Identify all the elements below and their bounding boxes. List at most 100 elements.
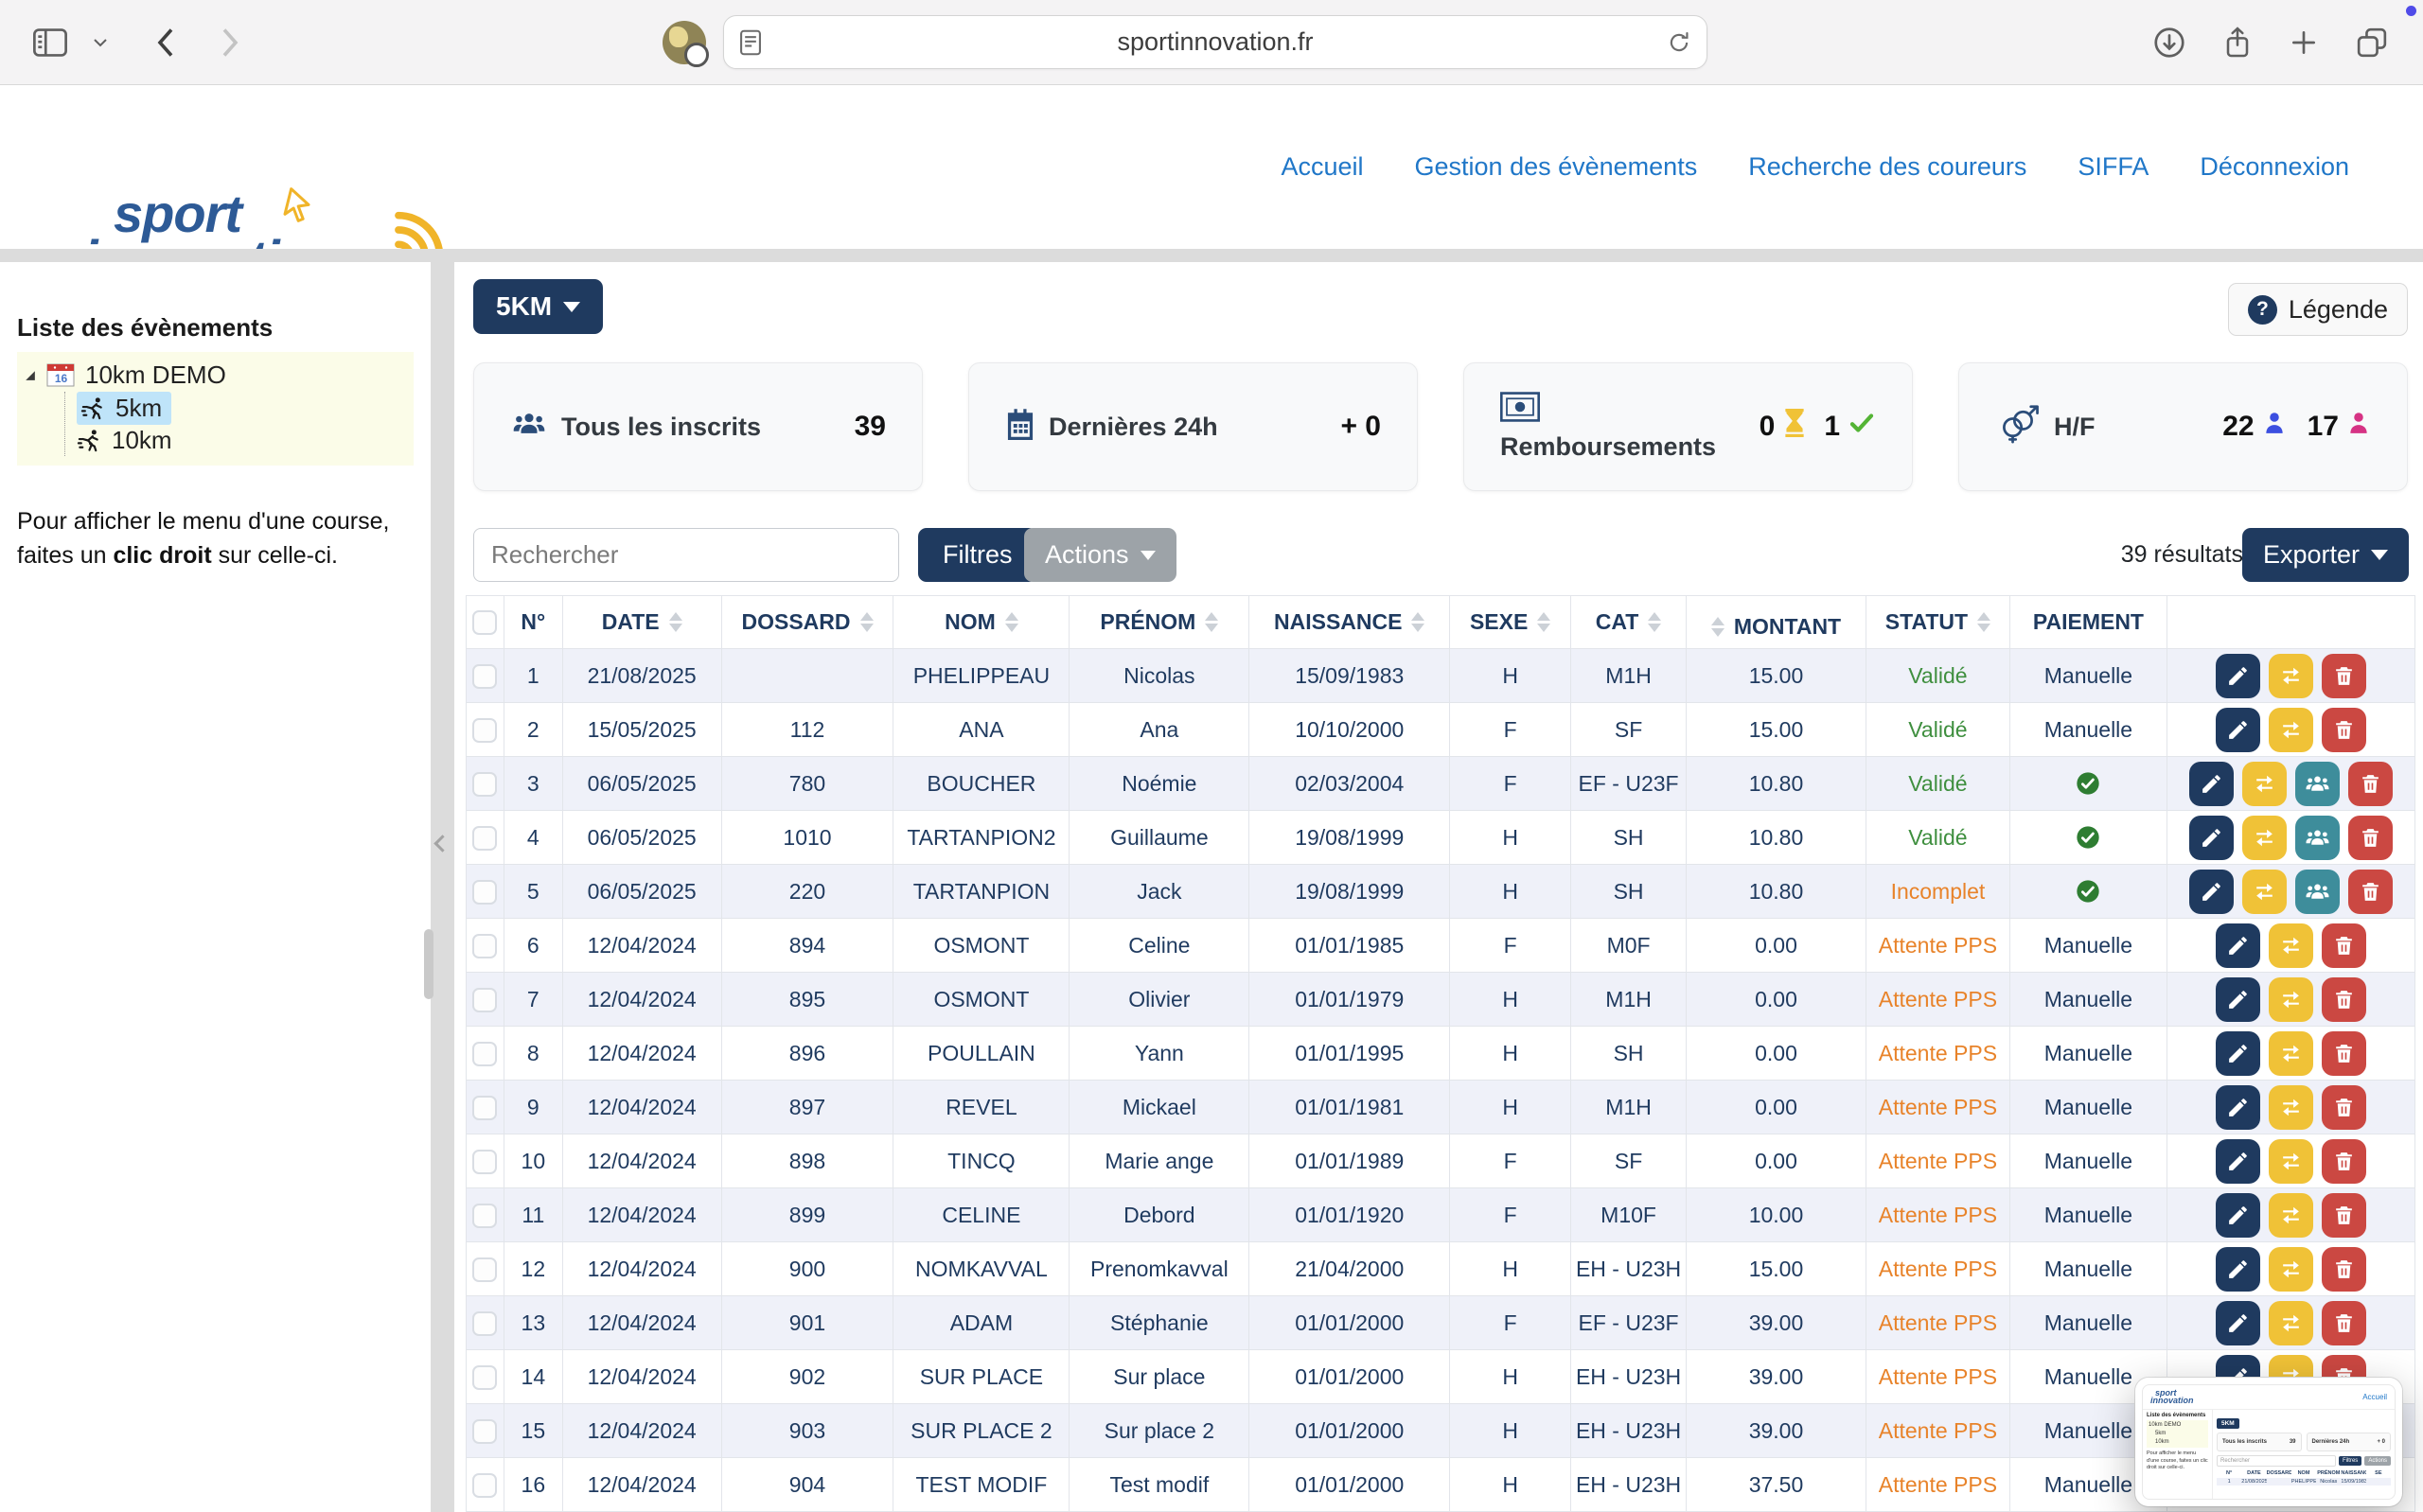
row-checkbox[interactable] xyxy=(472,1257,497,1282)
row-checkbox[interactable] xyxy=(472,988,497,1012)
column-header-STATUT[interactable]: STATUT xyxy=(1866,596,2009,649)
row-checkbox[interactable] xyxy=(472,718,497,743)
row-checkbox[interactable] xyxy=(472,772,497,797)
legend-button[interactable]: ? Légende xyxy=(2228,283,2408,336)
tree-node-10km[interactable]: 10km xyxy=(77,424,410,456)
column-header-DATE[interactable]: DATE xyxy=(562,596,721,649)
row-checkbox[interactable] xyxy=(472,1042,497,1066)
row-checkbox[interactable] xyxy=(472,1204,497,1228)
column-header-MONTANT[interactable]: MONTANT xyxy=(1687,596,1866,649)
swap-action-button[interactable] xyxy=(2269,1193,2313,1238)
sidebar-toggle-icon[interactable] xyxy=(32,27,68,58)
search-input[interactable] xyxy=(473,528,899,582)
pencil-action-button[interactable] xyxy=(2189,816,2234,860)
pencil-action-button[interactable] xyxy=(2216,1247,2260,1292)
nav-deconnexion[interactable]: Déconnexion xyxy=(2200,152,2349,182)
row-checkbox[interactable] xyxy=(472,934,497,958)
reader-icon[interactable] xyxy=(739,29,762,56)
tree-node-5km-selected[interactable]: 5km xyxy=(77,392,171,425)
trash-action-button[interactable] xyxy=(2322,708,2366,752)
tree-expander-icon[interactable] xyxy=(23,368,37,382)
downloads-icon[interactable] xyxy=(2152,26,2186,60)
race-select-button[interactable]: 5KM xyxy=(473,279,603,334)
pencil-action-button[interactable] xyxy=(2189,870,2234,914)
column-header-NAISSANCE[interactable]: NAISSANCE xyxy=(1249,596,1450,649)
swap-action-button[interactable] xyxy=(2242,870,2287,914)
actions-dropdown-button[interactable]: Actions xyxy=(1024,528,1176,582)
swap-action-button[interactable] xyxy=(2269,1139,2313,1184)
select-all-checkbox[interactable] xyxy=(472,610,497,635)
address-bar[interactable]: sportinnovation.fr xyxy=(723,15,1707,69)
users-action-button[interactable] xyxy=(2295,870,2340,914)
row-checkbox[interactable] xyxy=(472,1311,497,1336)
column-header-CAT[interactable]: CAT xyxy=(1571,596,1687,649)
row-checkbox[interactable] xyxy=(472,1419,497,1444)
trash-action-button[interactable] xyxy=(2322,1301,2366,1345)
row-checkbox[interactable] xyxy=(472,664,497,689)
nav-gestion-evenements[interactable]: Gestion des évènements xyxy=(1415,152,1698,182)
pencil-action-button[interactable] xyxy=(2216,1031,2260,1076)
sidebar-scrollbar[interactable] xyxy=(424,929,433,999)
row-checkbox[interactable] xyxy=(472,1096,497,1120)
swap-action-button[interactable] xyxy=(2269,708,2313,752)
pencil-action-button[interactable] xyxy=(2216,1139,2260,1184)
swap-action-button[interactable] xyxy=(2269,923,2313,968)
trash-action-button[interactable] xyxy=(2322,1031,2366,1076)
swap-action-button[interactable] xyxy=(2269,1247,2313,1292)
filters-button[interactable]: Filtres xyxy=(918,528,1037,582)
sidebar-collapse-handle[interactable] xyxy=(433,835,451,852)
pencil-action-button[interactable] xyxy=(2216,923,2260,968)
trash-action-button[interactable] xyxy=(2322,1139,2366,1184)
trash-action-button[interactable] xyxy=(2322,1247,2366,1292)
pencil-action-button[interactable] xyxy=(2189,762,2234,806)
forward-button[interactable] xyxy=(218,26,242,60)
row-checkbox[interactable] xyxy=(472,826,497,851)
trash-action-button[interactable] xyxy=(2348,762,2393,806)
nav-siffa[interactable]: SIFFA xyxy=(2078,152,2149,182)
screenshot-thumbnail-overlay[interactable]: sportinnovation Accueil Liste des évènem… xyxy=(2135,1378,2402,1506)
users-action-button[interactable] xyxy=(2295,816,2340,860)
trash-action-button[interactable] xyxy=(2348,870,2393,914)
swap-action-button[interactable] xyxy=(2242,816,2287,860)
tree-node-5km[interactable]: 5km xyxy=(77,392,410,424)
new-tab-icon[interactable] xyxy=(2289,27,2319,58)
trash-action-button[interactable] xyxy=(2322,923,2366,968)
swap-action-button[interactable] xyxy=(2269,1085,2313,1130)
trash-action-button[interactable] xyxy=(2322,654,2366,698)
tree-node-event[interactable]: 16 10km DEMO xyxy=(23,358,410,392)
cursor-arrow-icon xyxy=(280,185,318,232)
users-action-button[interactable] xyxy=(2295,762,2340,806)
swap-action-button[interactable] xyxy=(2269,977,2313,1022)
swap-action-button[interactable] xyxy=(2269,1301,2313,1345)
trash-action-button[interactable] xyxy=(2348,816,2393,860)
site-favicon[interactable] xyxy=(663,21,706,64)
pencil-action-button[interactable] xyxy=(2216,1193,2260,1238)
pencil-action-button[interactable] xyxy=(2216,654,2260,698)
row-checkbox[interactable] xyxy=(472,1150,497,1174)
column-header-DOSSARD[interactable]: DOSSARD xyxy=(721,596,893,649)
reload-icon[interactable] xyxy=(1667,30,1691,55)
trash-action-button[interactable] xyxy=(2322,1085,2366,1130)
export-dropdown-button[interactable]: Exporter xyxy=(2242,528,2409,582)
trash-action-button[interactable] xyxy=(2322,1193,2366,1238)
back-button[interactable] xyxy=(153,26,178,60)
column-header-PRÉNOM[interactable]: PRÉNOM xyxy=(1070,596,1249,649)
column-header-SEXE[interactable]: SEXE xyxy=(1450,596,1571,649)
tab-overview-icon[interactable] xyxy=(2355,26,2389,59)
trash-action-button[interactable] xyxy=(2322,977,2366,1022)
pencil-action-button[interactable] xyxy=(2216,708,2260,752)
row-checkbox[interactable] xyxy=(472,1365,497,1390)
share-icon[interactable] xyxy=(2222,26,2253,60)
pencil-action-button[interactable] xyxy=(2216,1085,2260,1130)
nav-recherche-coureurs[interactable]: Recherche des coureurs xyxy=(1748,152,2026,182)
chevron-down-icon[interactable] xyxy=(93,37,108,48)
row-checkbox[interactable] xyxy=(472,1473,497,1498)
column-header-NOM[interactable]: NOM xyxy=(893,596,1070,649)
row-checkbox[interactable] xyxy=(472,880,497,905)
pencil-action-button[interactable] xyxy=(2216,1301,2260,1345)
swap-action-button[interactable] xyxy=(2242,762,2287,806)
nav-accueil[interactable]: Accueil xyxy=(1281,152,1363,182)
swap-action-button[interactable] xyxy=(2269,654,2313,698)
swap-action-button[interactable] xyxy=(2269,1031,2313,1076)
pencil-action-button[interactable] xyxy=(2216,977,2260,1022)
